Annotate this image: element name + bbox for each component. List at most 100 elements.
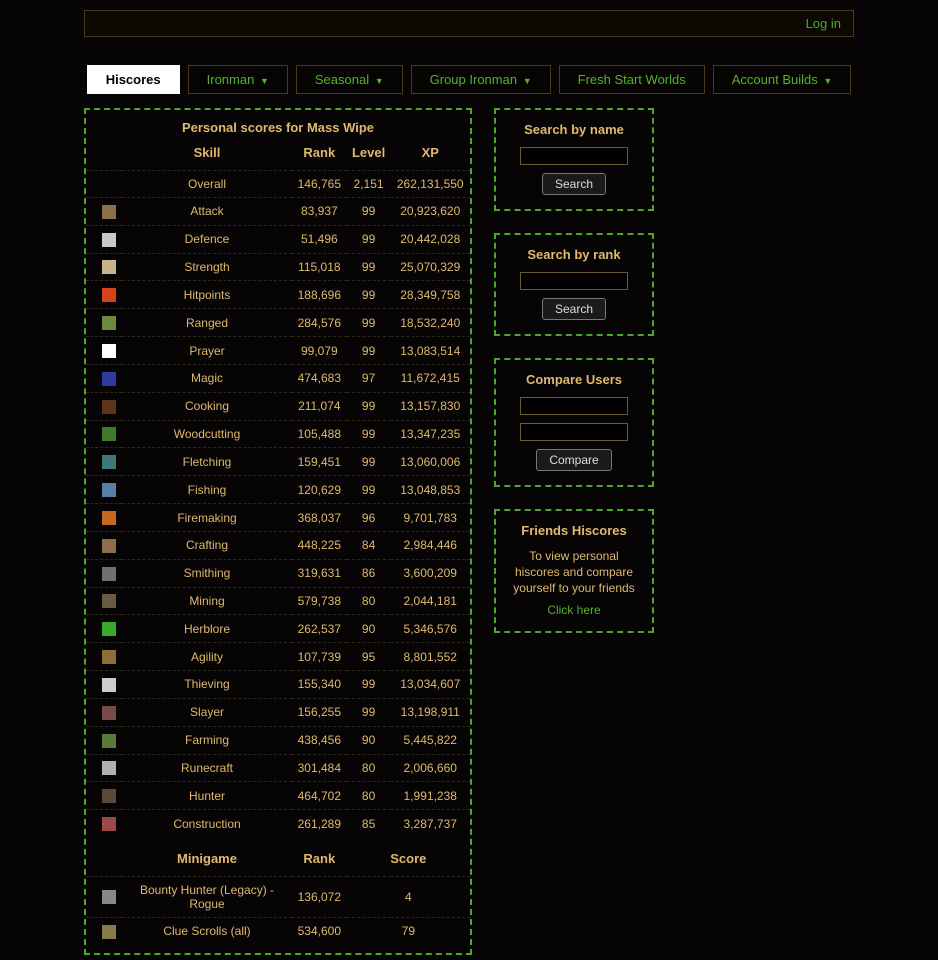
skill-xp: 2,044,181 (391, 587, 471, 615)
search-rank-input[interactable] (520, 272, 628, 290)
table-row: Farming438,456905,445,822 (86, 726, 470, 754)
skill-xp: 2,006,660 (391, 754, 471, 782)
skill-name[interactable]: Hitpoints (122, 281, 292, 309)
compare-user2-input[interactable] (520, 423, 628, 441)
skill-name[interactable]: Ranged (122, 309, 292, 337)
skill-level: 2,151 (347, 171, 391, 198)
friends-link[interactable]: Click here (506, 603, 642, 617)
tab-seasonal[interactable]: Seasonal ▼ (296, 65, 403, 94)
skill-name[interactable]: Thieving (122, 671, 292, 699)
skill-icon (102, 400, 116, 414)
sidebar: Search by name Search Search by rank Sea… (494, 108, 654, 633)
skill-rank: 262,537 (292, 615, 347, 643)
skill-xp: 25,070,329 (391, 253, 471, 281)
table-row: Ranged284,5769918,532,240 (86, 309, 470, 337)
skill-name[interactable]: Strength (122, 253, 292, 281)
header-level: Level (347, 139, 391, 171)
skill-rank: 579,738 (292, 587, 347, 615)
skill-icon (102, 567, 116, 581)
skill-level: 84 (347, 531, 391, 559)
skill-name[interactable]: Woodcutting (122, 420, 292, 448)
minigame-name[interactable]: Bounty Hunter (Legacy) - Rogue (122, 877, 292, 918)
tab-account-builds[interactable]: Account Builds ▼ (713, 65, 852, 94)
skill-xp: 8,801,552 (391, 643, 471, 671)
skill-name[interactable]: Defence (122, 225, 292, 253)
skill-xp: 3,287,737 (391, 810, 471, 837)
skill-name[interactable]: Fishing (122, 476, 292, 504)
table-row: Agility107,739958,801,552 (86, 643, 470, 671)
search-by-rank-box: Search by rank Search (494, 233, 654, 336)
minigame-name[interactable]: Clue Scrolls (all) (122, 918, 292, 945)
header-skill: Skill (122, 139, 292, 171)
skill-name[interactable]: Slayer (122, 698, 292, 726)
skill-level: 99 (347, 309, 391, 337)
tab-group-ironman[interactable]: Group Ironman ▼ (411, 65, 551, 94)
chevron-down-icon: ▼ (823, 76, 832, 86)
skill-icon (102, 678, 116, 692)
tab-ironman[interactable]: Ironman ▼ (188, 65, 288, 94)
skill-name[interactable]: Agility (122, 643, 292, 671)
skill-icon (102, 316, 116, 330)
skill-name[interactable]: Smithing (122, 559, 292, 587)
skill-name[interactable]: Hunter (122, 782, 292, 810)
skill-rank: 83,937 (292, 198, 347, 226)
skill-name[interactable]: Mining (122, 587, 292, 615)
skill-name[interactable]: Construction (122, 810, 292, 837)
login-link[interactable]: Log in (806, 16, 841, 31)
skill-rank: 105,488 (292, 420, 347, 448)
skill-rank: 115,018 (292, 253, 347, 281)
skill-name[interactable]: Prayer (122, 337, 292, 365)
skill-icon (102, 761, 116, 775)
skill-level: 99 (347, 698, 391, 726)
skill-level: 99 (347, 253, 391, 281)
skill-name[interactable]: Runecraft (122, 754, 292, 782)
minigame-icon (102, 890, 116, 904)
table-row: Hunter464,702801,991,238 (86, 782, 470, 810)
compare-button[interactable]: Compare (536, 449, 611, 471)
search-name-button[interactable]: Search (542, 173, 606, 195)
tab-fresh-start-worlds[interactable]: Fresh Start Worlds (559, 65, 705, 94)
skill-name[interactable]: Herblore (122, 615, 292, 643)
skill-rank: 159,451 (292, 448, 347, 476)
skill-level: 80 (347, 587, 391, 615)
skill-name[interactable]: Firemaking (122, 504, 292, 532)
compare-title: Compare Users (506, 372, 642, 387)
search-name-input[interactable] (520, 147, 628, 165)
header-xp: XP (391, 139, 471, 171)
skill-name[interactable]: Magic (122, 364, 292, 392)
skill-rank: 99,079 (292, 337, 347, 365)
skill-name[interactable]: Attack (122, 198, 292, 226)
skill-name[interactable]: Cooking (122, 392, 292, 420)
skill-level: 99 (347, 420, 391, 448)
skill-icon (102, 594, 116, 608)
skill-xp: 20,442,028 (391, 225, 471, 253)
skill-icon (102, 427, 116, 441)
search-rank-button[interactable]: Search (542, 298, 606, 320)
table-row: Herblore262,537905,346,576 (86, 615, 470, 643)
skill-name[interactable]: Overall (122, 171, 292, 198)
table-row: Clue Scrolls (all)534,60079 (86, 918, 470, 945)
skill-icon (102, 622, 116, 636)
top-bar: Log in (84, 10, 854, 37)
tab-hiscores[interactable]: Hiscores (87, 65, 180, 94)
skill-xp: 13,157,830 (391, 392, 471, 420)
skill-name[interactable]: Farming (122, 726, 292, 754)
compare-user1-input[interactable] (520, 397, 628, 415)
table-row: Fletching159,4519913,060,006 (86, 448, 470, 476)
skill-rank: 464,702 (292, 782, 347, 810)
skill-xp: 13,060,006 (391, 448, 471, 476)
minigame-icon (102, 925, 116, 939)
skill-icon (102, 706, 116, 720)
table-row: Hitpoints188,6969928,349,758 (86, 281, 470, 309)
skill-name[interactable]: Fletching (122, 448, 292, 476)
scores-table: Skill Rank Level XP Overall146,7652,1512… (86, 139, 470, 945)
skill-name[interactable]: Crafting (122, 531, 292, 559)
skill-rank: 107,739 (292, 643, 347, 671)
skill-icon (102, 288, 116, 302)
skill-icon (102, 511, 116, 525)
skill-rank: 261,289 (292, 810, 347, 837)
table-row: Firemaking368,037969,701,783 (86, 504, 470, 532)
table-row: Mining579,738802,044,181 (86, 587, 470, 615)
skill-level: 99 (347, 392, 391, 420)
skill-rank: 51,496 (292, 225, 347, 253)
